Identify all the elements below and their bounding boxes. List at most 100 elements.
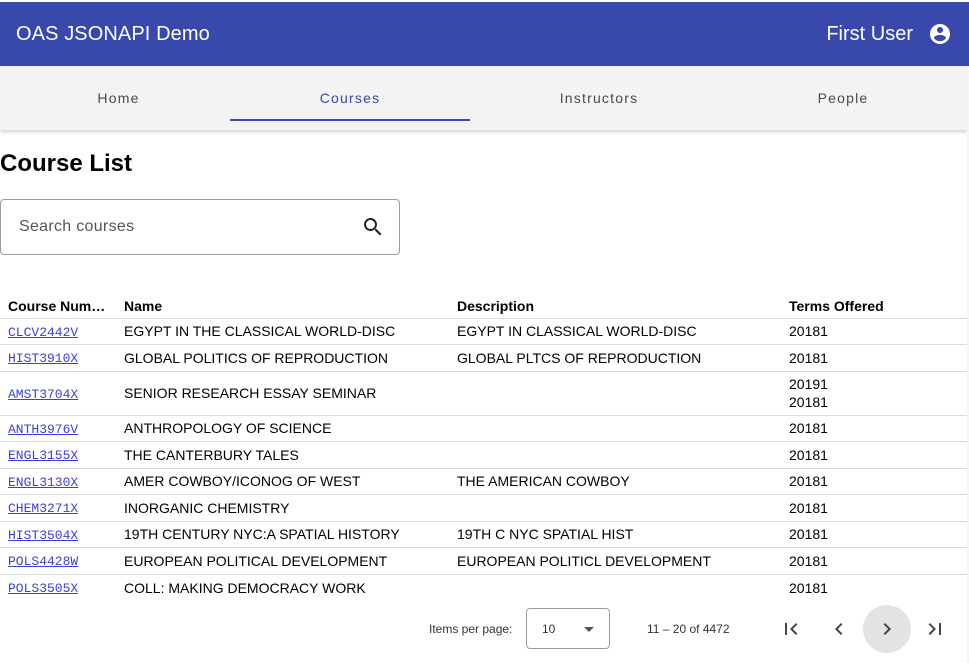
course-description-cell: 19TH C NYC SPATIAL HIST bbox=[449, 521, 781, 548]
course-link[interactable]: POLS4428W bbox=[8, 554, 78, 569]
course-number-cell: ENGL3155X bbox=[0, 441, 116, 469]
table-header-row: Course Num… Name Description Terms Offer… bbox=[0, 295, 969, 319]
course-description-cell: THE AMERICAN COWBOY bbox=[449, 468, 781, 495]
terms-cell: 20181 bbox=[781, 318, 969, 345]
term-value: 20181 bbox=[789, 323, 828, 340]
term-value: 20181 bbox=[789, 579, 828, 596]
terms-cell: 20181 bbox=[781, 547, 969, 575]
term-value: 20181 bbox=[789, 473, 828, 490]
term-value: 20181 bbox=[789, 394, 828, 410]
course-number-cell: HIST3504X bbox=[0, 521, 116, 548]
search-input[interactable] bbox=[17, 217, 361, 237]
terms-cell: 20181 bbox=[781, 574, 969, 601]
table-row[interactable]: CHEM3271X INORGANIC CHEMISTRY 20181 bbox=[0, 494, 969, 522]
course-link[interactable]: CLCV2442V bbox=[8, 325, 78, 340]
course-description-cell: EGYPT IN CLASSICAL WORLD-DISC bbox=[449, 318, 781, 345]
course-number-cell: POLS4428W bbox=[0, 547, 116, 575]
range-label: 11 – 20 of 4472 bbox=[647, 622, 730, 636]
course-description-cell: EUROPEAN POLITICL DEVELOPMENT bbox=[449, 547, 781, 575]
search-icon[interactable] bbox=[361, 215, 385, 239]
course-name-cell: COLL: MAKING DEMOCRACY WORK bbox=[124, 579, 366, 596]
chevron-right-icon[interactable] bbox=[863, 605, 911, 653]
course-name-cell: ANTHROPOLOGY OF SCIENCE bbox=[116, 415, 449, 442]
course-description-cell bbox=[449, 371, 781, 416]
chevron-left-icon[interactable] bbox=[815, 605, 863, 653]
table-row[interactable]: POLS3505X COLL: MAKING DEMOCRACY WORK 20… bbox=[0, 574, 969, 601]
course-link[interactable]: ENGL3130X bbox=[8, 475, 78, 490]
table-row[interactable]: HIST3504X 19TH CENTURY NYC:A SPATIAL HIS… bbox=[0, 521, 969, 548]
course-description-cell bbox=[449, 494, 781, 522]
course-description-cell bbox=[449, 441, 781, 469]
courses-table: Course Num… Name Description Terms Offer… bbox=[0, 295, 969, 601]
table-row[interactable]: ENGL3130X AMER COWBOY/ICONOG OF WEST THE… bbox=[0, 468, 969, 495]
term-value: 20181 bbox=[789, 552, 828, 569]
course-name-cell: EGYPT IN THE CLASSICAL WORLD-DISC bbox=[116, 318, 449, 345]
course-name-cell: EUROPEAN POLITICAL DEVELOPMENT bbox=[116, 547, 449, 575]
term-value: 20181 bbox=[789, 446, 828, 463]
header-name[interactable]: Name bbox=[116, 295, 449, 319]
course-number-cell: HIST3910X bbox=[0, 344, 116, 372]
app-title: OAS JSONAPI Demo bbox=[16, 22, 210, 45]
account-circle-icon[interactable] bbox=[927, 21, 953, 47]
course-link[interactable]: HIST3910X bbox=[8, 351, 78, 366]
terms-cell: 20181 bbox=[781, 468, 969, 495]
nav-tabs: Home Courses Instructors People bbox=[0, 66, 969, 130]
course-link[interactable]: AMST3704X bbox=[8, 387, 78, 402]
course-name-cell: AMER COWBOY/ICONOG OF WEST bbox=[116, 468, 449, 495]
term-value: 20181 bbox=[789, 526, 828, 543]
course-number-cell: ANTH3976V bbox=[0, 415, 116, 442]
term-value: 20181 bbox=[789, 499, 828, 516]
course-link[interactable]: CHEM3271X bbox=[8, 501, 78, 516]
table-row[interactable]: ENGL3155X THE CANTERBURY TALES 20181 bbox=[0, 441, 969, 469]
tab-home[interactable]: Home bbox=[0, 66, 237, 130]
search-field bbox=[0, 199, 400, 255]
term-value: 20191 bbox=[789, 376, 828, 392]
table-row[interactable]: ANTH3976V ANTHROPOLOGY OF SCIENCE 20181 bbox=[0, 415, 969, 442]
table-row[interactable]: HIST3910X GLOBAL POLITICS OF REPRODUCTIO… bbox=[0, 344, 969, 372]
course-number-cell: AMST3704X bbox=[0, 371, 116, 416]
course-link[interactable]: POLS3505X bbox=[8, 581, 78, 596]
header-terms-offered[interactable]: Terms Offered bbox=[781, 295, 969, 319]
course-description-cell bbox=[449, 574, 781, 601]
course-name-cell: INORGANIC CHEMISTRY bbox=[116, 494, 449, 522]
terms-cell: 20181 bbox=[781, 415, 969, 442]
course-number-cell: ENGL3130X bbox=[0, 468, 116, 495]
dropdown-arrow-icon bbox=[584, 627, 594, 632]
app-toolbar: OAS JSONAPI Demo First User bbox=[0, 2, 969, 66]
tab-people[interactable]: People bbox=[723, 66, 963, 130]
terms-cell: 20181 bbox=[781, 344, 969, 372]
items-per-page-label: Items per page: bbox=[429, 622, 513, 636]
last-page-icon[interactable] bbox=[911, 605, 959, 653]
first-page-icon[interactable] bbox=[767, 605, 815, 653]
course-name-cell: THE CANTERBURY TALES bbox=[116, 441, 449, 469]
course-link[interactable]: ANTH3976V bbox=[8, 422, 78, 437]
user-name: First User bbox=[826, 22, 913, 45]
course-description-cell bbox=[449, 415, 781, 442]
active-tab-indicator bbox=[230, 119, 470, 121]
table-row[interactable]: AMST3704X SENIOR RESEARCH ESSAY SEMINAR … bbox=[0, 371, 969, 416]
terms-cell: 20181 bbox=[781, 441, 969, 469]
paginator: Items per page: 10 11 – 20 of 4472 bbox=[0, 600, 969, 656]
course-name-cell: 19TH CENTURY NYC:A SPATIAL HISTORY bbox=[116, 521, 449, 548]
table-row[interactable]: POLS4428W EUROPEAN POLITICAL DEVELOPMENT… bbox=[0, 547, 969, 575]
page-title: Course List bbox=[0, 150, 133, 177]
terms-cell: 20191 20181 bbox=[781, 371, 969, 416]
course-number-cell: CHEM3271X bbox=[0, 494, 116, 522]
course-number-cell: CLCV2442V bbox=[0, 318, 116, 345]
course-link[interactable]: ENGL3155X bbox=[8, 448, 78, 463]
term-value: 20181 bbox=[789, 349, 828, 366]
items-per-page-value: 10 bbox=[542, 622, 556, 636]
table-row[interactable]: CLCV2442V EGYPT IN THE CLASSICAL WORLD-D… bbox=[0, 318, 969, 345]
course-link[interactable]: HIST3504X bbox=[8, 528, 78, 543]
terms-cell: 20181 bbox=[781, 494, 969, 522]
course-number-cell: POLS3505X bbox=[0, 574, 116, 601]
term-value: 20181 bbox=[789, 420, 828, 437]
course-name-cell: SENIOR RESEARCH ESSAY SEMINAR bbox=[116, 371, 449, 416]
course-name-cell: GLOBAL POLITICS OF REPRODUCTION bbox=[116, 344, 449, 372]
tab-instructors[interactable]: Instructors bbox=[479, 66, 719, 130]
items-per-page-select[interactable]: 10 bbox=[526, 608, 610, 649]
header-course-number[interactable]: Course Num… bbox=[0, 295, 116, 319]
terms-cell: 20181 bbox=[781, 521, 969, 548]
course-description-cell: GLOBAL PLTCS OF REPRODUCTION bbox=[449, 344, 781, 372]
header-description[interactable]: Description bbox=[449, 295, 781, 319]
